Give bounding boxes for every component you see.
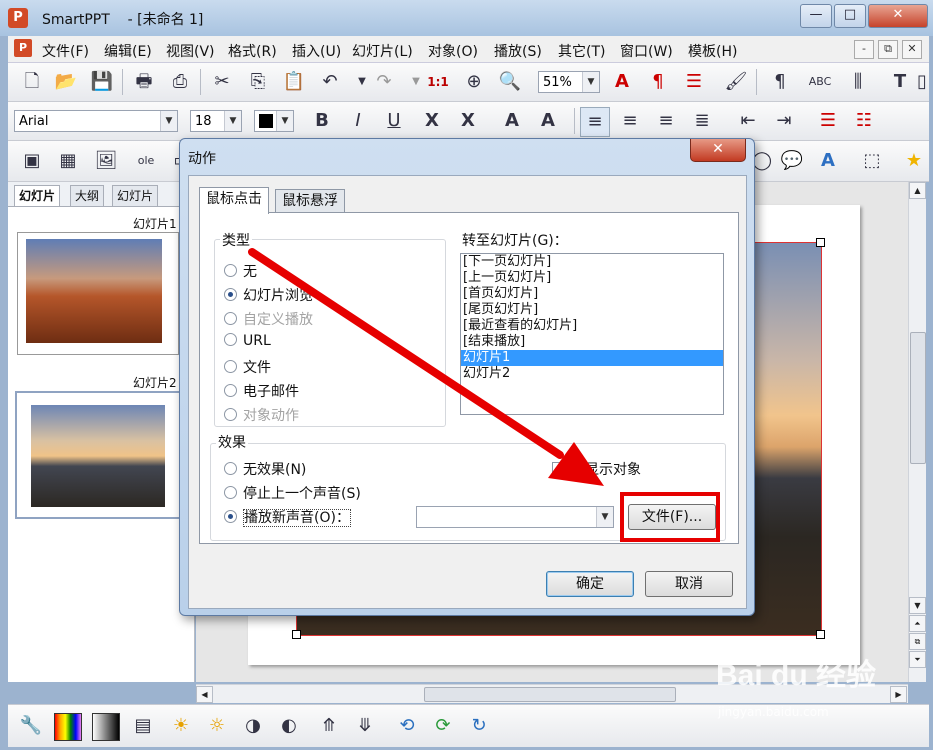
watermark-url: jingyan.baidu.com <box>718 705 829 719</box>
annotation-arrow-icon <box>248 248 604 486</box>
baidu-watermark: Bai du 经验 <box>716 659 877 692</box>
tab-mouse-click[interactable]: 鼠标点击 <box>199 187 269 214</box>
